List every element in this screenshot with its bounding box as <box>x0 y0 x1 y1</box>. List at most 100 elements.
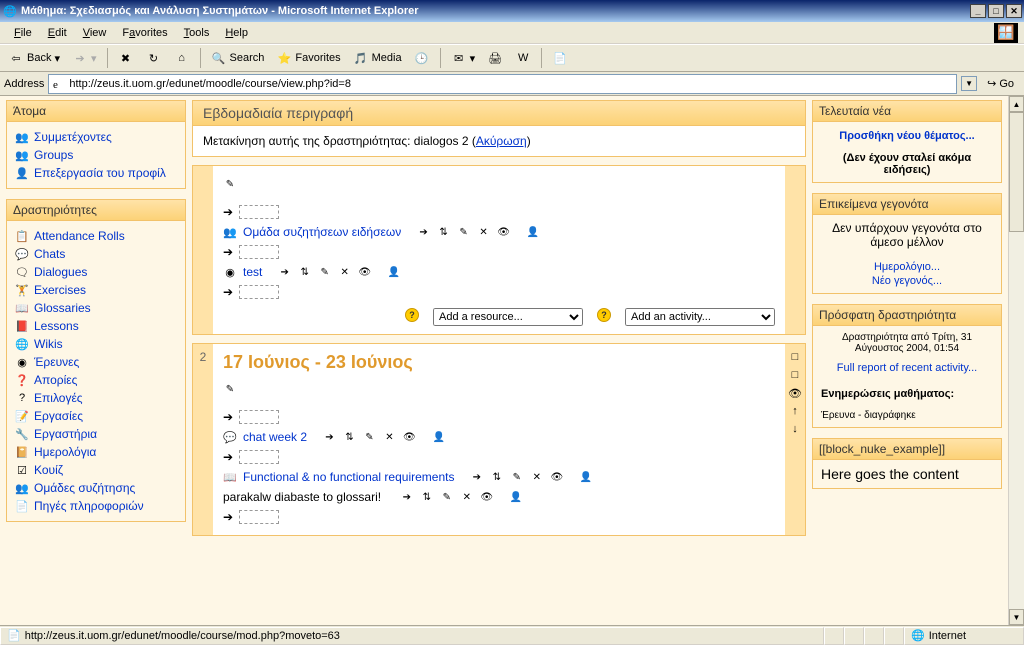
news-forum-link[interactable]: Ομάδα συζητήσεων ειδήσεων <box>243 225 401 239</box>
calendar-link[interactable]: Ημερολόγιο... <box>874 261 940 273</box>
edit-icon[interactable]: ✎ <box>440 490 454 504</box>
move-target[interactable]: ➔ <box>223 447 775 467</box>
menu-file[interactable]: File <box>6 25 40 41</box>
delete-icon[interactable]: ✕ <box>382 430 396 444</box>
scroll-up-button[interactable]: ▲ <box>1009 96 1024 112</box>
move-down-icon[interactable]: ↓ <box>788 422 802 436</box>
scroll-thumb[interactable] <box>1009 112 1024 232</box>
full-report-link[interactable]: Full report of recent activity... <box>837 362 977 374</box>
move-right-icon[interactable]: ➔ <box>400 490 414 504</box>
hide-icon[interactable]: 👁 <box>402 430 416 444</box>
sidebar-item-choices[interactable]: ?Επιλογές <box>15 389 177 407</box>
group-mode-icon[interactable]: 👤 <box>526 225 540 239</box>
hide-icon[interactable]: 👁 <box>497 225 511 239</box>
forward-button[interactable]: ➔▾ <box>68 48 101 68</box>
edit-summary-icon[interactable]: ✎ <box>223 177 237 191</box>
move-target[interactable]: ➔ <box>223 507 775 527</box>
move-right-icon[interactable]: ➔ <box>322 430 336 444</box>
search-button[interactable]: 🔍Search <box>207 48 269 68</box>
hide-icon[interactable]: 👁 <box>358 265 372 279</box>
discuss-button[interactable]: 📄 <box>548 48 572 68</box>
go-button[interactable]: ↪Go <box>981 75 1020 92</box>
back-button[interactable]: ⇦Back▾ <box>4 48 64 68</box>
sidebar-item-dialogues[interactable]: 🗨Dialogues <box>15 263 177 281</box>
move-right-icon[interactable]: ➔ <box>278 265 292 279</box>
sidebar-item-workshops[interactable]: 🔧Εργαστήρια <box>15 425 177 443</box>
move-up-icon[interactable]: ↑ <box>788 404 802 418</box>
move-icon[interactable]: ⇅ <box>437 225 451 239</box>
sidebar-item-participants[interactable]: 👥Συμμετέχοντες <box>15 128 177 146</box>
sidebar-item-editprofile[interactable]: 👤Επεξεργασία του προφίλ <box>15 164 177 182</box>
move-target[interactable]: ➔ <box>223 282 775 302</box>
address-input[interactable] <box>48 74 957 94</box>
group-mode-icon[interactable]: 👤 <box>387 265 401 279</box>
cancel-move-link[interactable]: Ακύρωση <box>476 134 527 148</box>
move-target[interactable]: ➔ <box>223 407 775 427</box>
show-only-icon[interactable]: □ <box>788 350 802 364</box>
sidebar-item-attendance[interactable]: 📋Attendance Rolls <box>15 227 177 245</box>
move-icon[interactable]: ⇅ <box>298 265 312 279</box>
move-target[interactable]: ➔ <box>223 242 775 262</box>
group-mode-icon[interactable]: 👤 <box>509 490 523 504</box>
scroll-down-button[interactable]: ▼ <box>1009 609 1024 625</box>
delete-icon[interactable]: ✕ <box>338 265 352 279</box>
sidebar-item-resources[interactable]: 📄Πηγές πληροφοριών <box>15 497 177 515</box>
vertical-scrollbar[interactable]: ▲ ▼ <box>1008 96 1024 625</box>
move-target[interactable]: ➔ <box>223 202 775 222</box>
media-button[interactable]: 🎵Media <box>349 48 406 68</box>
close-button[interactable]: ✕ <box>1006 4 1022 18</box>
move-right-icon[interactable]: ➔ <box>417 225 431 239</box>
sidebar-item-surveys[interactable]: ◉Έρευνες <box>15 353 177 371</box>
menu-help[interactable]: Help <box>217 25 256 41</box>
edit-button[interactable]: W <box>511 48 535 68</box>
edit-icon[interactable]: ✎ <box>362 430 376 444</box>
sidebar-item-lessons[interactable]: 📕Lessons <box>15 317 177 335</box>
edit-summary-icon[interactable]: ✎ <box>223 382 237 396</box>
sidebar-item-groups[interactable]: 👥Groups <box>15 146 177 164</box>
sidebar-item-journals[interactable]: 📔Ημερολόγια <box>15 443 177 461</box>
sidebar-item-chats[interactable]: 💬Chats <box>15 245 177 263</box>
group-mode-icon[interactable]: 👤 <box>579 470 593 484</box>
group-mode-icon[interactable]: 👤 <box>432 430 446 444</box>
menu-edit[interactable]: Edit <box>40 25 75 41</box>
add-activity-select[interactable]: Add an activity... <box>625 308 775 326</box>
maximize-button[interactable]: □ <box>988 4 1004 18</box>
sidebar-item-forums[interactable]: 👥Ομάδες συζήτησης <box>15 479 177 497</box>
history-button[interactable]: 🕒 <box>410 48 434 68</box>
help-resource-icon[interactable]: ? <box>405 308 419 322</box>
new-event-link[interactable]: Νέο γεγονός... <box>872 275 942 287</box>
stop-button[interactable]: ✖ <box>114 48 138 68</box>
delete-icon[interactable]: ✕ <box>477 225 491 239</box>
sidebar-item-glossaries[interactable]: 📖Glossaries <box>15 299 177 317</box>
move-icon[interactable]: ⇅ <box>420 490 434 504</box>
menu-favorites[interactable]: Favorites <box>114 25 175 41</box>
move-right-icon[interactable]: ➔ <box>470 470 484 484</box>
menu-view[interactable]: View <box>75 25 115 41</box>
delete-icon[interactable]: ✕ <box>460 490 474 504</box>
refresh-button[interactable]: ↻ <box>142 48 166 68</box>
sidebar-item-quiz[interactable]: ☑Κουίζ <box>15 461 177 479</box>
mail-button[interactable]: ✉▾ <box>447 48 480 68</box>
functional-req-link[interactable]: Functional & no functional requirements <box>243 470 454 484</box>
sidebar-item-assignments[interactable]: 📝Εργασίες <box>15 407 177 425</box>
edit-icon[interactable]: ✎ <box>318 265 332 279</box>
favorites-button[interactable]: ⭐Favorites <box>272 48 344 68</box>
chat-week2-link[interactable]: chat week 2 <box>243 430 307 444</box>
hide-icon[interactable]: 👁 <box>550 470 564 484</box>
sidebar-item-wikis[interactable]: 🌐Wikis <box>15 335 177 353</box>
menu-tools[interactable]: Tools <box>176 25 218 41</box>
sidebar-item-questions[interactable]: ❓Απορίες <box>15 371 177 389</box>
edit-icon[interactable]: ✎ <box>457 225 471 239</box>
test-survey-link[interactable]: test <box>243 265 262 279</box>
print-button[interactable]: 🖨 <box>483 48 507 68</box>
visible-icon[interactable]: 👁 <box>788 386 802 400</box>
add-resource-select[interactable]: Add a resource... <box>433 308 583 326</box>
add-topic-link[interactable]: Προσθήκη νέου θέματος... <box>839 130 974 142</box>
address-dropdown[interactable]: ▼ <box>961 76 977 91</box>
sidebar-item-exercises[interactable]: 🏋Exercises <box>15 281 177 299</box>
minimize-button[interactable]: _ <box>970 4 986 18</box>
move-icon[interactable]: ⇅ <box>490 470 504 484</box>
delete-icon[interactable]: ✕ <box>530 470 544 484</box>
help-activity-icon[interactable]: ? <box>597 308 611 322</box>
edit-icon[interactable]: ✎ <box>510 470 524 484</box>
